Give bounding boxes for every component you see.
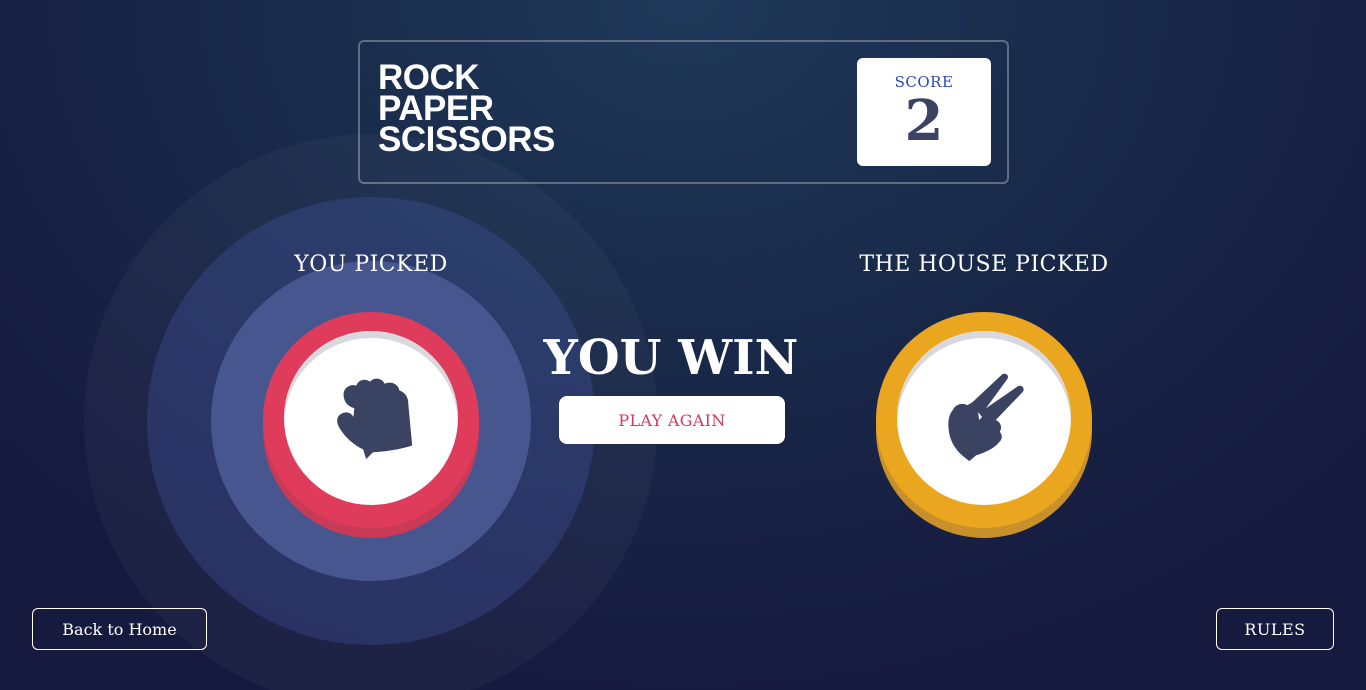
play-again-button[interactable]: PLAY AGAIN [559, 396, 785, 444]
rock-fist-icon [337, 378, 413, 460]
rules-button[interactable]: RULES [1216, 608, 1334, 650]
back-to-home-button[interactable]: Back to Home [32, 608, 207, 650]
scissors-hand-icon [948, 373, 1024, 462]
you-picked-label: YOU PICKED [294, 252, 448, 277]
result-text: YOU WIN [543, 330, 799, 386]
house-choice-token [876, 312, 1092, 538]
house-picked-label: THE HOUSE PICKED [859, 252, 1109, 277]
token-face [284, 331, 458, 505]
score-box: SCORE 2 [857, 58, 991, 166]
token-face [897, 331, 1071, 505]
score-value: 2 [904, 88, 944, 154]
player-choice-token [263, 312, 479, 538]
